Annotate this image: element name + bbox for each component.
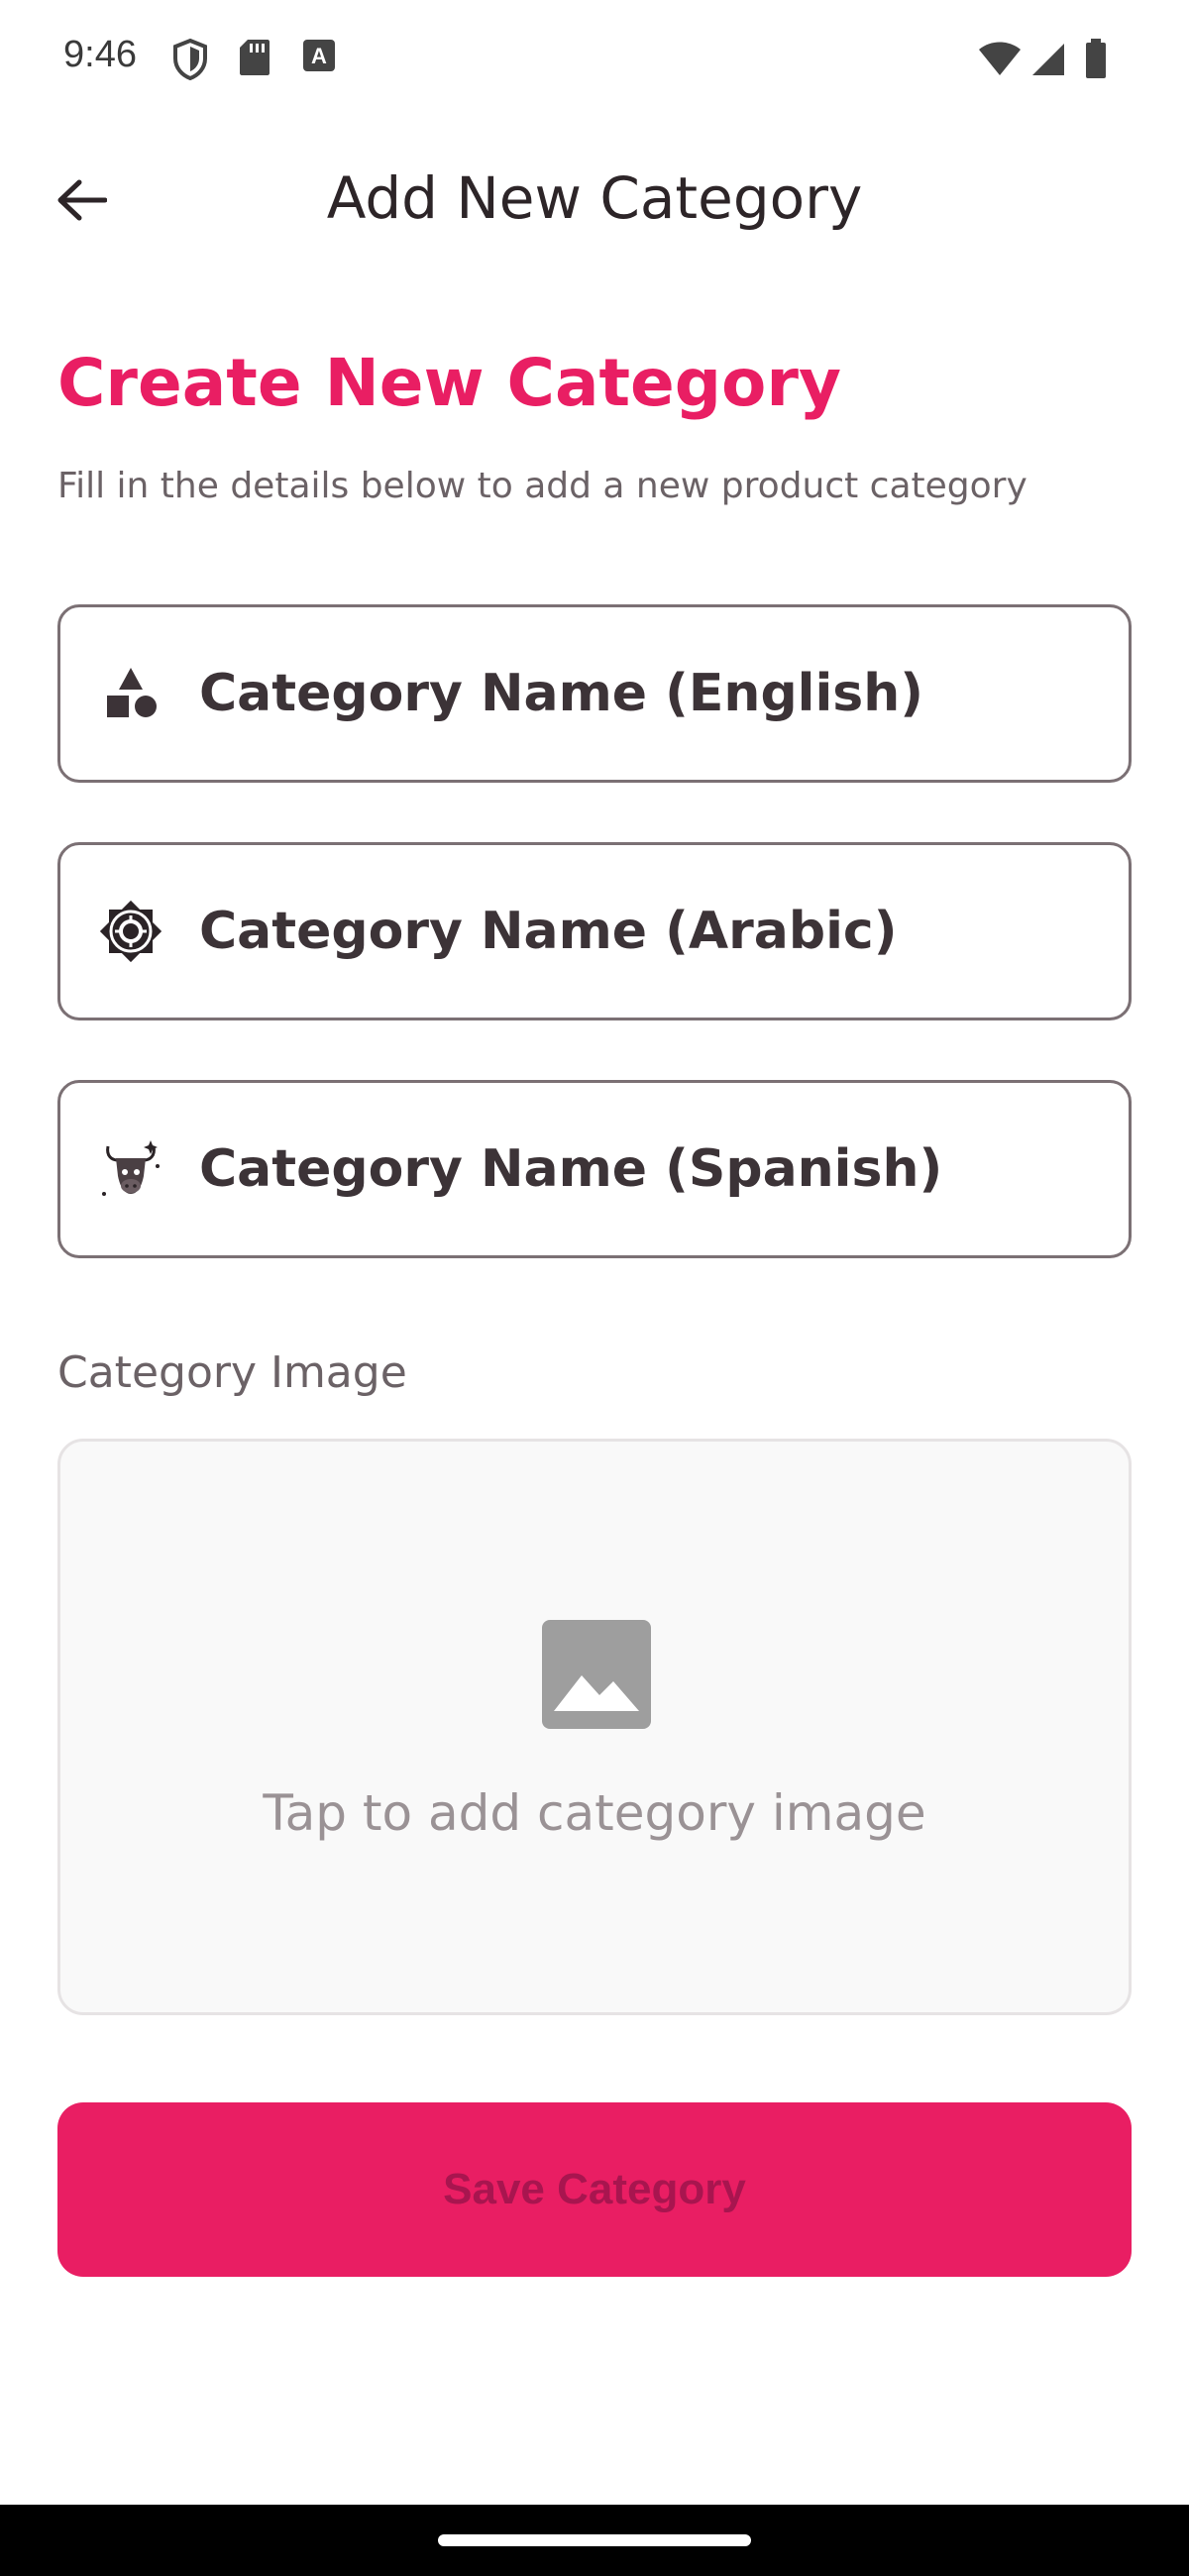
navigation-bar xyxy=(0,2505,1189,2576)
form-subheading: Fill in the details below to add a new p… xyxy=(57,466,1027,506)
category-name-english-field[interactable]: Category Name (English) xyxy=(57,604,1132,783)
category-name-arabic-label: Category Name (Arabic) xyxy=(199,902,898,961)
save-category-button[interactable]: Save Category xyxy=(57,2102,1132,2277)
shield-icon xyxy=(173,38,207,81)
svg-text:A: A xyxy=(311,44,327,68)
home-handle[interactable] xyxy=(438,2534,751,2546)
save-category-label: Save Category xyxy=(443,2165,746,2213)
shapes-icon xyxy=(96,659,165,728)
battery-icon xyxy=(1086,39,1106,78)
form-heading: Create New Category xyxy=(57,345,841,421)
star-octagram-icon xyxy=(96,897,165,966)
category-name-spanish-field[interactable]: Category Name (Spanish) xyxy=(57,1080,1132,1258)
category-image-label: Category Image xyxy=(57,1347,407,1398)
bull-icon xyxy=(96,1134,165,1204)
wifi-icon xyxy=(979,42,1021,75)
status-bar: 9:46 A xyxy=(0,0,1189,119)
category-name-spanish-label: Category Name (Spanish) xyxy=(199,1139,943,1199)
font-a-icon: A xyxy=(303,40,335,71)
image-hint: Tap to add category image xyxy=(263,1784,926,1842)
page-title: Add New Category xyxy=(326,164,863,232)
category-name-english-label: Category Name (English) xyxy=(199,664,924,723)
signal-icon xyxy=(1032,44,1064,75)
category-image-picker[interactable]: Tap to add category image xyxy=(57,1439,1132,2015)
category-name-arabic-field[interactable]: Category Name (Arabic) xyxy=(57,842,1132,1020)
status-time: 9:46 xyxy=(63,34,137,75)
image-placeholder-icon xyxy=(542,1620,651,1729)
sd-card-icon xyxy=(240,40,270,75)
app-bar: Add New Category xyxy=(0,129,1189,268)
